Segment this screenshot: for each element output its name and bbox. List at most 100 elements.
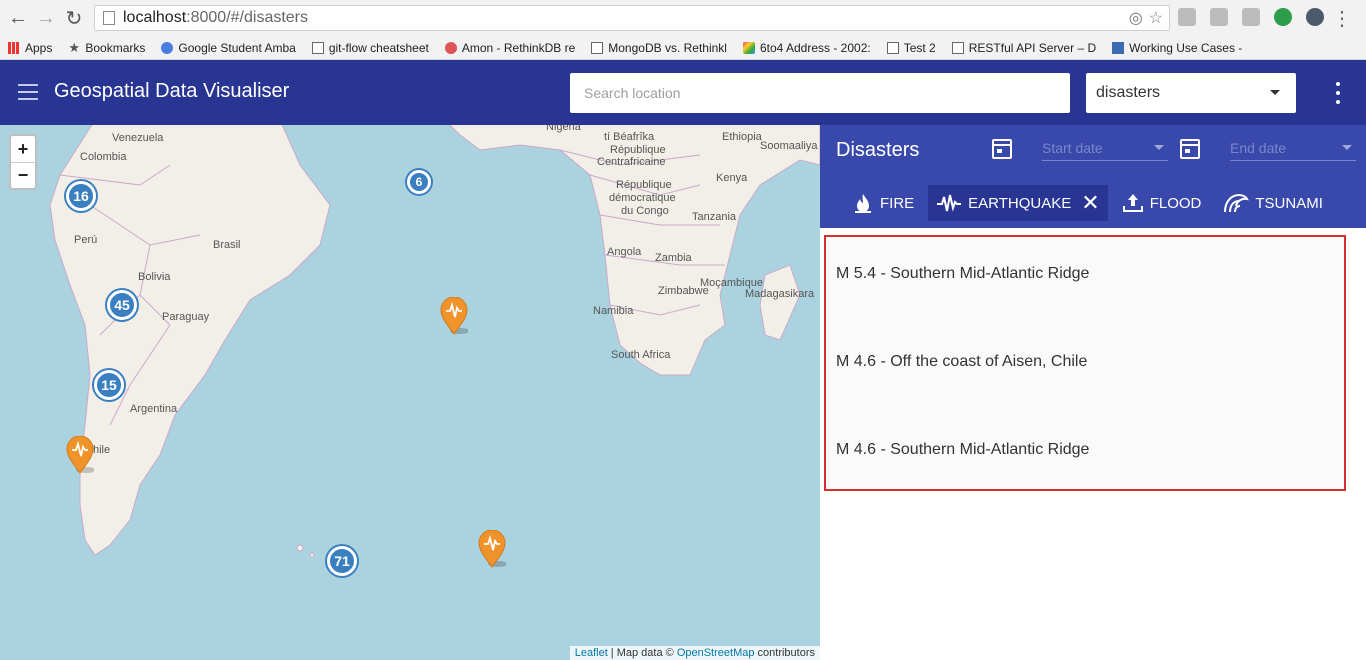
bookmark-apps[interactable]: Apps [0,41,60,55]
calendar-icon[interactable] [1180,139,1200,159]
star-icon: ★ [68,39,81,55]
map-label-ethiopia: Ethiopia [722,131,762,143]
map-label-car-3: Centrafricaine [597,156,666,168]
location-target-icon[interactable]: ◎ [1129,8,1143,28]
tab-earthquake[interactable]: EARTHQUAKE ✕ [928,185,1108,221]
map-basemap [49,125,820,558]
map-label-car-2: République [610,144,666,156]
map-view[interactable]: + − Venezuela Colombia Perú Brasil Boliv… [0,125,820,660]
reload-icon[interactable]: ↻ [60,0,88,36]
disaster-results-list: M 5.4 - Southern Mid-Atlantic Ridge M 4.… [824,235,1346,491]
zoom-control: + − [9,134,37,190]
start-date-field[interactable]: Start date [1042,139,1168,161]
cluster-marker[interactable]: 16 [66,181,96,211]
tsunami-icon [1224,193,1250,213]
zoom-in-button[interactable]: + [11,136,35,162]
bookmark-w3[interactable]: Working Use Cases - [1104,41,1250,55]
apps-icon [8,41,20,54]
cluster-marker[interactable]: 6 [407,170,431,194]
leaflet-link[interactable]: Leaflet [575,647,608,659]
eye-extension-icon[interactable] [1306,8,1324,26]
cluster-marker[interactable]: 15 [94,370,124,400]
dataset-select[interactable]: disasters [1086,73,1296,113]
amon-icon [444,41,457,54]
more-vert-icon[interactable] [1330,82,1346,104]
bookmark-git-flow[interactable]: git-flow cheatsheet [304,41,437,55]
bookmark-mongodb[interactable]: MongoDB vs. Rethinkl [583,41,735,55]
google-icon [161,41,174,54]
drive-icon[interactable] [1242,8,1260,26]
map-label-paraguay: Paraguay [162,311,210,323]
doc-icon [951,41,964,54]
doc-icon [591,41,604,54]
address-bar[interactable]: localhost:8000/#/disasters ◎ ☆ [94,5,1170,31]
earthquake-icon [937,194,962,212]
map-label-tanzania: Tanzania [692,211,737,223]
grammarly-icon[interactable] [1274,8,1292,26]
dropdown-caret-icon [1270,90,1280,95]
doc-icon [886,41,899,54]
dropdown-caret-icon [1154,145,1164,150]
multi-icon [742,41,755,54]
extension-square-icon[interactable] [1210,8,1228,26]
map-label-kenya: Kenya [716,172,748,184]
doc-icon [311,41,324,54]
url-path: :8000/#/disasters [186,9,309,26]
list-item[interactable]: M 4.6 - Off the coast of Aisen, Chile [836,353,1087,371]
bookmark-star-icon[interactable]: ☆ [1149,8,1163,28]
w3-icon [1112,41,1125,54]
back-arrow-icon[interactable]: ← [4,0,32,36]
close-icon[interactable]: ✕ [1081,192,1099,214]
map-label-angola: Angola [607,246,642,258]
bookmark-google-student[interactable]: Google Student Amba [153,41,303,55]
tab-flood[interactable]: FLOOD [1114,185,1210,221]
osm-link[interactable]: OpenStreetMap [677,647,755,659]
map-label-drc-1: République [616,179,672,191]
bookmark-amon[interactable]: Amon - RethinkDB re [437,41,583,55]
bookmark-6to4[interactable]: 6to4 Address - 2002: [735,41,879,55]
map-label-venezuela: Venezuela [112,132,164,144]
list-item[interactable]: M 5.4 - Southern Mid-Atlantic Ridge [836,265,1089,283]
browser-menu-icon[interactable]: ⋮ [1332,6,1352,31]
calendar-icon[interactable] [992,139,1012,159]
earthquake-marker-icon[interactable] [440,297,468,335]
forward-arrow-icon[interactable]: → [32,0,60,36]
zoom-out-button[interactable]: − [11,162,35,188]
bookmarks-bar: Apps ★ Bookmarks Google Student Amba git-… [0,36,1366,60]
map-label-chile: hile [93,444,111,456]
map-attribution: Leaflet | Map data © OpenStreetMap contr… [569,646,820,660]
page-icon [103,11,115,25]
app-header: Geospatial Data Visualiser disasters [0,60,1366,125]
map-label-drc-2: démocratique [609,192,676,204]
tab-tsunami[interactable]: TSUNAMI [1215,185,1331,221]
bookmark-test2[interactable]: Test 2 [879,41,944,55]
disaster-type-tabs: FIRE EARTHQUAKE ✕ FLOOD TSUNAMI [844,185,1337,221]
cluster-marker[interactable]: 71 [327,546,357,576]
menu-icon[interactable] [18,84,38,100]
fire-icon [855,194,871,213]
app-title: Geospatial Data Visualiser [54,80,290,102]
cluster-marker[interactable]: 45 [107,290,137,320]
earthquake-marker-icon[interactable] [66,436,94,474]
disasters-panel: Disasters Start date End date FIRE EARTH… [820,125,1366,660]
earthquake-marker-icon[interactable] [478,530,506,568]
map-label-namibia: Namibia [593,305,634,317]
map-label-bolivia: Bolivia [138,271,171,283]
map-label-car-1: tí Béafrîka [604,131,655,143]
dataset-select-value: disasters [1096,84,1161,101]
bookmark-bookmarks[interactable]: ★ Bookmarks [60,41,153,55]
extension-k-icon[interactable] [1178,8,1196,26]
bookmark-restful[interactable]: RESTful API Server – D [944,41,1104,55]
flood-icon [1122,194,1143,212]
end-date-field[interactable]: End date [1230,139,1356,161]
list-item[interactable]: M 4.6 - Southern Mid-Atlantic Ridge [836,441,1089,459]
search-location-input[interactable] [570,73,1070,113]
map-label-south-africa: South Africa [611,349,671,361]
tab-fire[interactable]: FIRE [844,185,922,221]
map-label-colombia: Colombia [80,151,127,163]
map-label-drc-3: du Congo [621,205,669,217]
extensions [1178,8,1324,26]
map-label-peru: Perú [74,234,98,246]
browser-toolbar: ← → ↻ localhost:8000/#/disasters ◎ ☆ ⋮ [0,0,1366,36]
map-label-zimbabwe: Zimbabwe [658,285,709,297]
